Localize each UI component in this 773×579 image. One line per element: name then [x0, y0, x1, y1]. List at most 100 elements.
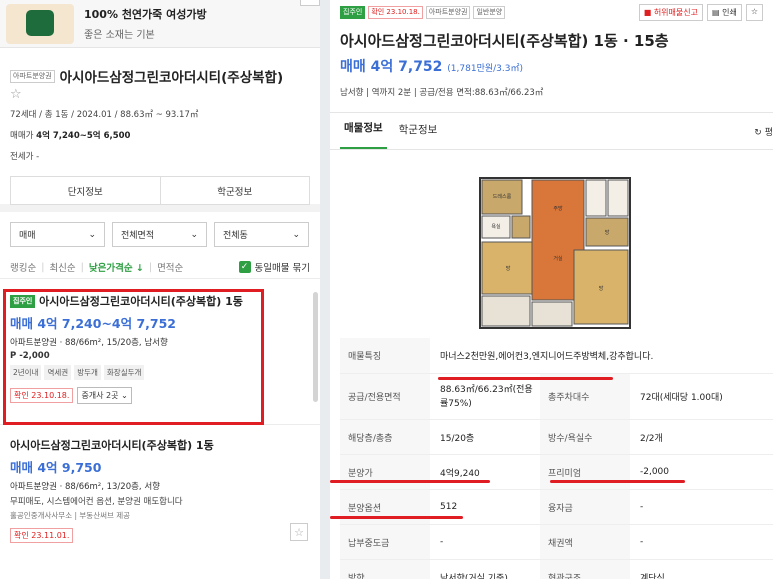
red-underline: [550, 480, 685, 483]
report-label: 허위매물신고: [653, 8, 698, 17]
detail-info: 남서향 | 역까지 2분 | 공급/전용 면적:88.63㎡/66.23㎡: [340, 88, 544, 98]
plan-label-kitchen: 주방: [553, 205, 563, 212]
sort-latest[interactable]: 최신순: [49, 260, 75, 274]
parking-label: 총주차대수: [540, 374, 630, 419]
sale-price-value: 4억9,240: [440, 468, 480, 479]
feature-label: 매물특징: [340, 338, 430, 373]
premium-value: -2,000: [640, 467, 670, 477]
option-value: 512: [440, 502, 458, 512]
sort-bar: 랭킹순 | 최신순 | 낮은가격순 ↓ | 면적순 ✓ 동일매물 묶기: [0, 247, 320, 279]
sale-type-tag: 일반분양: [473, 6, 506, 19]
scrollbar[interactable]: [313, 292, 318, 402]
floor-plan-area: 드레스룸 욕실 방 주방 거실 방 방: [330, 150, 773, 338]
dong-select[interactable]: 전체동 ⌄: [214, 222, 309, 247]
plan-label-room3: 방: [599, 285, 604, 292]
chevron-down-icon: ⌄: [190, 229, 198, 240]
feature-value: 마너스2천만원,에어컨3,엔지니어드주방벽체,강추합니다.: [440, 352, 654, 362]
group-same-label: 동일매물 묶기: [254, 263, 310, 274]
complex-meta: 72세대 / 총 1동 / 2024.01 / 88.63㎡ ~ 93.17㎡: [10, 110, 199, 120]
midpay-value: -: [440, 537, 444, 547]
complex-name: 아시아드삼정그린코아더시티(주상복합): [59, 70, 284, 86]
plan-label-dressroom: 드레스룸: [493, 193, 512, 200]
area-label: 공급/전용면적: [340, 374, 430, 419]
table-row: 해당층/총층 15/20층 방수/욕실수 2/2개: [340, 420, 773, 455]
dong-value: 전체동: [223, 231, 248, 241]
print-label: 인쇄: [722, 8, 737, 17]
red-underline: [438, 377, 613, 380]
deal-type-value: 매매: [19, 231, 36, 241]
listing-description: 무피매도, 시스템에어컨 옵션, 분양권 매도합니다: [10, 497, 183, 507]
tab-listing-info[interactable]: 매물정보: [340, 120, 387, 149]
floor-label: 해당층/총층: [340, 420, 430, 454]
detail-panel: 집주인 확인 23.10.18. 아파트분양권 일반분양 ■ 허위매물신고 ▤ …: [330, 0, 773, 579]
price-per-pyeong: (1,781만원/3.3㎡): [447, 64, 523, 74]
plan-label-room1: 방: [506, 265, 511, 272]
detail-title: 아시아드삼정그린코아더시티(주상복합) 1동 · 15층: [340, 32, 669, 50]
favorite-star-icon[interactable]: ☆: [290, 523, 308, 541]
loan-label: 융자금: [540, 490, 630, 524]
plan-label-room2: 방: [605, 229, 610, 236]
listing-panel: 100% 천연가죽 여성가방 좋은 소재는 기본 아파트분양권 아시아드삼정그린…: [0, 0, 320, 579]
refresh-button[interactable]: ↻ 평: [754, 125, 773, 138]
tab-school-info[interactable]: 학군정보: [395, 122, 442, 149]
listing-spec: 아파트분양권 · 88/66m², 13/20층, 서향: [10, 482, 160, 492]
favorite-star-icon[interactable]: ☆: [10, 88, 310, 102]
jeonse-value: -: [36, 152, 40, 162]
area-value: 전체면적: [121, 231, 155, 241]
chevron-down-icon: ⌄: [88, 229, 96, 240]
floor-plan: [479, 177, 631, 329]
entrance-value: 계단식: [640, 573, 665, 579]
ad-tag: [300, 0, 320, 6]
siren-icon: ■: [643, 8, 652, 17]
bond-label: 채권액: [540, 525, 630, 559]
direction-label: 방향: [340, 560, 430, 579]
area-value: 88.63㎡/66.23㎡(전용률75%): [440, 384, 533, 409]
sort-low-price[interactable]: 낮은가격순 ↓: [89, 260, 144, 274]
star-icon: ☆: [750, 7, 758, 16]
area-select[interactable]: 전체면적 ⌄: [112, 222, 207, 247]
bag-image: [6, 3, 74, 44]
ad-title: 100% 천연가죽 여성가방: [84, 8, 207, 21]
report-button[interactable]: ■ 허위매물신고: [638, 4, 703, 21]
rooms-value: 2/2개: [640, 433, 663, 444]
checkbox-icon: ✓: [238, 261, 251, 273]
jeonse-label: 전세가: [10, 152, 34, 162]
print-button[interactable]: ▤ 인쇄: [706, 4, 742, 21]
listing-office: 홀공인중개사사무소 | 부동산써브 제공: [10, 511, 131, 520]
bookmark-button[interactable]: ☆: [745, 4, 763, 21]
plan-label-living: 거실: [553, 255, 563, 262]
refresh-label: 평: [764, 128, 773, 138]
red-underline: [330, 516, 463, 519]
red-underline: [330, 480, 490, 483]
deal-type-select[interactable]: 매매 ⌄: [10, 222, 105, 247]
complex-type-tag: 아파트분양권: [10, 69, 55, 83]
selection-highlight: [3, 289, 264, 425]
complex-summary: 아파트분양권 아시아드삼정그린코아더시티(주상복합) ☆ 72세대 / 총 1동…: [0, 48, 320, 212]
sort-area[interactable]: 면적순: [157, 260, 183, 274]
table-row: 공급/전용면적 88.63㎡/66.23㎡(전용률75%) 총주차대수 72대(…: [340, 374, 773, 420]
listing-price: 매매 4억 9,750: [10, 460, 102, 475]
table-row: 분양가 4억9,240 프리미엄 -2,000: [340, 455, 773, 490]
sale-price-value: 4억 7,240~5억 6,500: [36, 131, 131, 141]
ad-banner[interactable]: 100% 천연가죽 여성가방 좋은 소재는 기본: [0, 0, 320, 48]
detail-price-main: 매매 4억 7,752: [340, 59, 443, 75]
owner-tag: 집주인: [340, 6, 366, 19]
group-same-toggle[interactable]: ✓ 동일매물 묶기: [238, 260, 310, 274]
listing-info-table: 매물특징 마너스2천만원,에어컨3,엔지니어드주방벽체,강추합니다. 공급/전용…: [340, 338, 773, 579]
table-row: 납부중도금 - 채권액 -: [340, 525, 773, 560]
table-row: 분양옵션 512 융자금 -: [340, 490, 773, 525]
midpay-label: 납부중도금: [340, 525, 430, 559]
sort-ranking[interactable]: 랭킹순: [10, 260, 36, 274]
detail-tabs: 매물정보 학군정보 ↻ 평: [330, 112, 773, 150]
school-info-button[interactable]: 학군정보: [159, 177, 310, 204]
list-item[interactable]: 아시아드삼정그린코아더시티(주상복합) 1동 매매 4억 9,750 아파트분양…: [0, 424, 320, 553]
panel-divider: [320, 0, 330, 579]
entrance-label: 현관구조: [540, 560, 630, 579]
rooms-label: 방수/욕실수: [540, 420, 630, 454]
arrow-down-icon: ↓: [135, 263, 144, 274]
confirm-tag: 확인 23.10.18.: [368, 6, 423, 19]
floor-plan-image[interactable]: 드레스룸 욕실 방 주방 거실 방 방: [330, 150, 773, 338]
sort-low-price-label: 낮은가격순: [88, 263, 133, 274]
floor-value: 15/20층: [440, 433, 475, 444]
complex-info-button[interactable]: 단지정보: [11, 177, 160, 204]
